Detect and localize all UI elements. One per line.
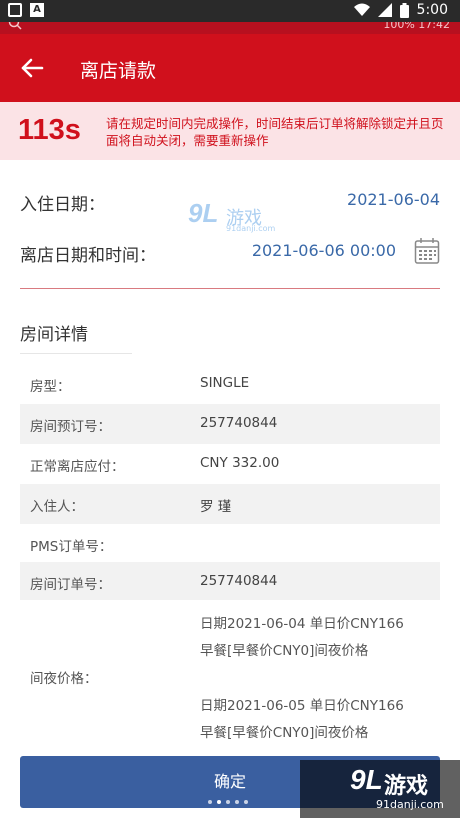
calendar-icon[interactable] bbox=[414, 237, 440, 265]
watermark-logo-mark: 9L bbox=[350, 764, 383, 795]
page-indicator bbox=[208, 800, 248, 804]
page-dot bbox=[208, 800, 212, 804]
search-icon bbox=[8, 22, 22, 30]
page-dot-active bbox=[217, 800, 221, 804]
timer-banner: 113s 请在规定时间内完成操作，时间结束后订单将解除锁定并且页面将自动关闭，需… bbox=[0, 102, 460, 160]
detail-value: 罗 瑾 bbox=[200, 499, 232, 515]
detail-row-room-type: 房型： SINGLE bbox=[20, 364, 440, 404]
night-price-label: 间夜价格： bbox=[30, 671, 98, 687]
a-app-icon: A bbox=[30, 3, 44, 17]
checkin-date-value: 2021-06-04 bbox=[347, 190, 440, 209]
night-price-line: 日期2021-06-04 单日价CNY166 bbox=[200, 616, 404, 632]
detail-row-amount-due: 正常离店应付： CNY 332.00 bbox=[20, 444, 440, 484]
app-bar: 离店请款 bbox=[0, 34, 460, 102]
night-price-line: 早餐[早餐价CNY0]间夜价格 bbox=[200, 725, 369, 741]
detail-row-room-booking-no: 房间预订号： 257740844 bbox=[20, 404, 440, 444]
night-price-line: 早餐[早餐价CNY0]间夜价格 bbox=[200, 643, 369, 659]
battery-icon bbox=[399, 2, 409, 18]
timer-message: 请在规定时间内完成操作，时间结束后订单将解除锁定并且页面将自动关闭，需要重新操作 bbox=[106, 116, 444, 148]
checkout-datetime-label: 离店日期和时间： bbox=[20, 246, 156, 266]
page-dot bbox=[235, 800, 239, 804]
wifi-icon bbox=[353, 3, 370, 16]
page-title: 离店请款 bbox=[80, 60, 157, 82]
detail-label: PMS订单号： bbox=[30, 539, 113, 555]
ghost-status-bar: 100% 17:42 bbox=[0, 22, 460, 34]
page-dot bbox=[226, 800, 230, 804]
detail-label: 房间预订号： bbox=[30, 419, 111, 435]
watermark-logo-mark: 9L bbox=[188, 198, 219, 228]
detail-label: 房型： bbox=[30, 379, 71, 395]
countdown-timer: 113s bbox=[18, 114, 81, 146]
room-details-title: 房间详情 bbox=[20, 325, 88, 345]
checkout-datetime-row[interactable]: 离店日期和时间： 2021-06-06 00:00 bbox=[20, 237, 440, 267]
ghost-status-text: 100% 17:42 bbox=[383, 22, 450, 31]
section-divider bbox=[20, 288, 440, 289]
detail-label: 正常离店应付： bbox=[30, 459, 125, 475]
watermark-url: 91danji.com bbox=[376, 798, 444, 811]
status-time: 5:00 bbox=[416, 2, 448, 18]
detail-row-pms-order: PMS订单号： bbox=[20, 524, 440, 564]
detail-value: SINGLE bbox=[200, 375, 250, 391]
night-price-block: 间夜价格： 日期2021-06-04 单日价CNY166 早餐[早餐价CNY0]… bbox=[20, 600, 440, 752]
section-underline bbox=[20, 353, 132, 354]
checkout-datetime-value[interactable]: 2021-06-06 00:00 bbox=[252, 241, 396, 260]
back-arrow-icon[interactable] bbox=[18, 54, 46, 82]
status-bar: A 5:00 bbox=[0, 0, 460, 22]
watermark-bottom: 9L 游戏 91danji.com bbox=[300, 760, 460, 818]
detail-value: CNY 332.00 bbox=[200, 455, 280, 471]
night-price-line: 日期2021-06-05 单日价CNY166 bbox=[200, 698, 404, 714]
detail-value: 257740844 bbox=[200, 415, 278, 431]
detail-row-room-order-no: 房间订单号： 257740844 bbox=[20, 562, 440, 602]
checkin-date-label: 入住日期： bbox=[20, 195, 105, 215]
detail-label: 入住人： bbox=[30, 499, 84, 515]
detail-label: 房间订单号： bbox=[30, 577, 111, 593]
detail-value: 257740844 bbox=[200, 573, 278, 589]
detail-row-guest: 入住人： 罗 瑾 bbox=[20, 484, 440, 524]
watermark-top: 9L 游戏 91danji.com bbox=[188, 198, 288, 234]
notification-box-icon bbox=[8, 3, 22, 17]
signal-icon bbox=[377, 3, 392, 17]
watermark-url: 91danji.com bbox=[226, 224, 276, 233]
page-dot bbox=[244, 800, 248, 804]
watermark-logo-text: 游戏 bbox=[384, 774, 429, 799]
